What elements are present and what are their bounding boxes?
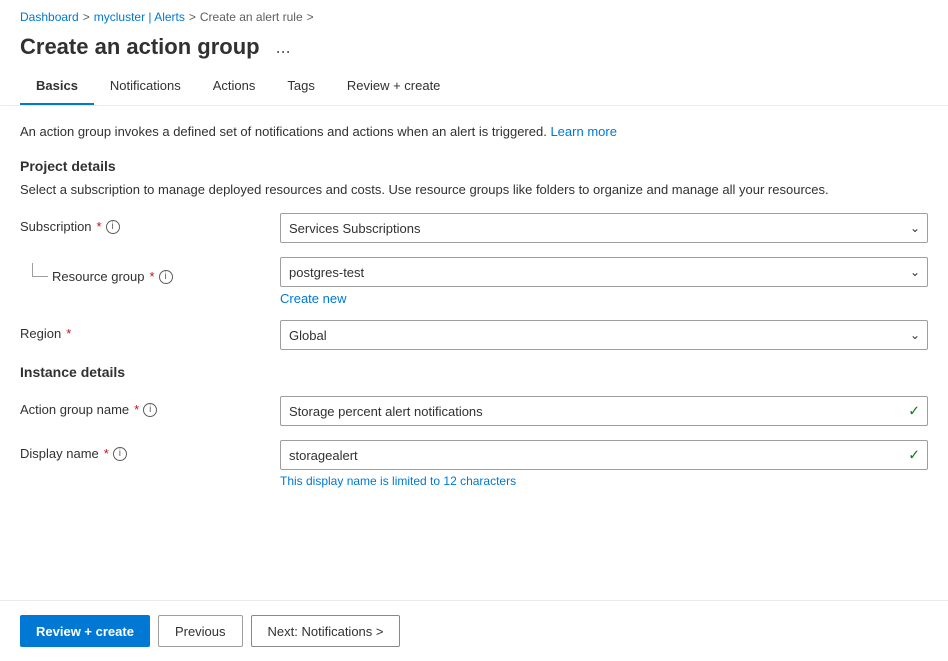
display-name-row: Display name * i ✓ This display name is … bbox=[20, 440, 928, 488]
learn-more-link[interactable]: Learn more bbox=[550, 124, 616, 139]
tree-line bbox=[32, 263, 48, 277]
resource-group-required: * bbox=[150, 269, 155, 284]
display-name-label: Display name bbox=[20, 446, 99, 461]
page-title: Create an action group bbox=[20, 34, 260, 60]
action-group-name-input-wrapper: ✓ bbox=[280, 396, 928, 426]
subscription-control-col: Services Subscriptions ⌄ bbox=[280, 213, 928, 243]
resource-group-control-col: postgres-test ⌄ Create new bbox=[280, 257, 928, 306]
tab-basics[interactable]: Basics bbox=[20, 70, 94, 105]
action-group-name-info-icon[interactable]: i bbox=[143, 403, 157, 417]
instance-details-title: Instance details bbox=[20, 364, 928, 380]
subscription-label: Subscription bbox=[20, 219, 92, 234]
tab-review-create[interactable]: Review + create bbox=[331, 70, 457, 105]
resource-group-label-col: Resource group * i bbox=[52, 263, 173, 284]
project-details-description: Select a subscription to manage deployed… bbox=[20, 180, 928, 200]
tabs-bar: Basics Notifications Actions Tags Review… bbox=[0, 70, 948, 106]
display-name-info-icon[interactable]: i bbox=[113, 447, 127, 461]
page-title-row: Create an action group ... bbox=[0, 28, 948, 70]
project-details-title: Project details bbox=[20, 158, 928, 174]
tab-tags[interactable]: Tags bbox=[271, 70, 330, 105]
display-name-label-col: Display name * i bbox=[20, 440, 280, 461]
resource-group-row: Resource group * i postgres-test ⌄ Creat… bbox=[20, 257, 928, 306]
description-row: An action group invokes a defined set of… bbox=[20, 122, 928, 142]
breadcrumb-dashboard[interactable]: Dashboard bbox=[20, 10, 79, 24]
review-create-button[interactable]: Review + create bbox=[20, 615, 150, 647]
region-label: Region bbox=[20, 326, 61, 341]
create-new-link[interactable]: Create new bbox=[280, 291, 346, 306]
display-name-required: * bbox=[104, 446, 109, 461]
display-name-input[interactable] bbox=[280, 440, 928, 470]
main-content: An action group invokes a defined set of… bbox=[0, 106, 948, 600]
action-group-name-label: Action group name bbox=[20, 402, 129, 417]
region-row: Region * Global ⌄ bbox=[20, 320, 928, 350]
subscription-info-icon[interactable]: i bbox=[106, 220, 120, 234]
breadcrumb-sep-3: > bbox=[307, 10, 314, 24]
resource-group-select-wrapper: postgres-test ⌄ bbox=[280, 257, 928, 287]
footer-bar: Review + create Previous Next: Notificat… bbox=[0, 600, 948, 661]
resource-group-info-icon[interactable]: i bbox=[159, 270, 173, 284]
action-group-name-required: * bbox=[134, 402, 139, 417]
resource-group-select[interactable]: postgres-test bbox=[280, 257, 928, 287]
subscription-label-col: Subscription * i bbox=[20, 213, 280, 234]
char-limit-note: This display name is limited to 12 chara… bbox=[280, 474, 928, 488]
region-required: * bbox=[66, 326, 71, 341]
region-select-wrapper: Global ⌄ bbox=[280, 320, 928, 350]
previous-button[interactable]: Previous bbox=[158, 615, 243, 647]
description-text: An action group invokes a defined set of… bbox=[20, 124, 547, 139]
subscription-select[interactable]: Services Subscriptions bbox=[280, 213, 928, 243]
breadcrumb-alerts[interactable]: mycluster | Alerts bbox=[94, 10, 185, 24]
ellipsis-button[interactable]: ... bbox=[270, 35, 297, 60]
region-label-col: Region * bbox=[20, 320, 280, 341]
resource-group-label: Resource group bbox=[52, 269, 145, 284]
region-control-col: Global ⌄ bbox=[280, 320, 928, 350]
action-group-name-control-col: ✓ bbox=[280, 396, 928, 426]
region-select[interactable]: Global bbox=[280, 320, 928, 350]
subscription-required: * bbox=[97, 219, 102, 234]
tab-actions[interactable]: Actions bbox=[197, 70, 272, 105]
display-name-input-wrapper: ✓ bbox=[280, 440, 928, 470]
next-button[interactable]: Next: Notifications > bbox=[251, 615, 401, 647]
display-name-control-col: ✓ This display name is limited to 12 cha… bbox=[280, 440, 928, 488]
tab-notifications[interactable]: Notifications bbox=[94, 70, 197, 105]
action-group-name-label-col: Action group name * i bbox=[20, 396, 280, 417]
breadcrumb-sep-1: > bbox=[83, 10, 90, 24]
subscription-row: Subscription * i Services Subscriptions … bbox=[20, 213, 928, 243]
action-group-name-row: Action group name * i ✓ bbox=[20, 396, 928, 426]
breadcrumb: Dashboard > mycluster | Alerts > Create … bbox=[0, 0, 948, 28]
subscription-select-wrapper: Services Subscriptions ⌄ bbox=[280, 213, 928, 243]
resource-group-indent: Resource group * i bbox=[20, 257, 280, 284]
instance-spacer bbox=[20, 386, 928, 396]
breadcrumb-sep-2: > bbox=[189, 10, 196, 24]
breadcrumb-current: Create an alert rule bbox=[200, 10, 303, 24]
action-group-name-input[interactable] bbox=[280, 396, 928, 426]
